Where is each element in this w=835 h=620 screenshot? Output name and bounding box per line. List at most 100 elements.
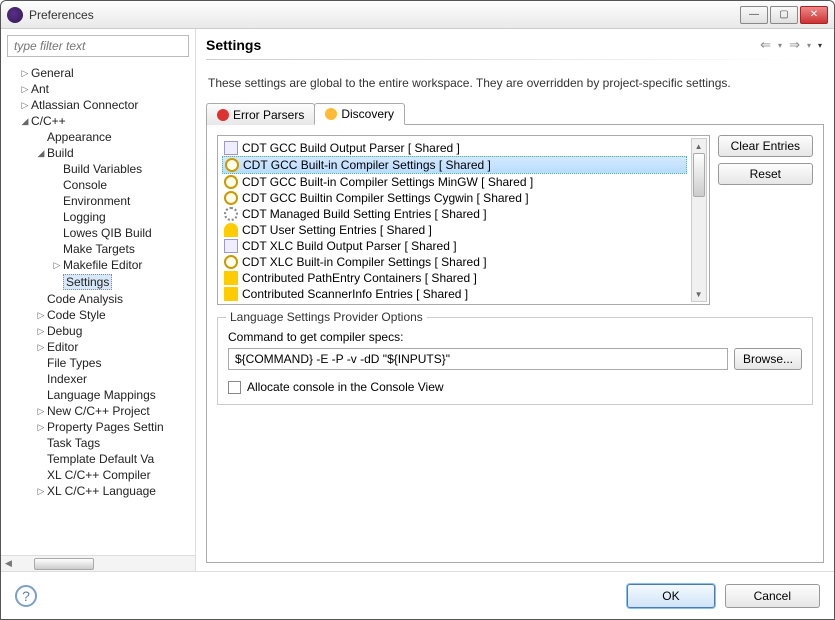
- provider-item[interactable]: CDT GCC Builtin Compiler Settings Cygwin…: [222, 190, 687, 206]
- main-area: ▷General▷Ant▷Atlassian Connector◢C/C++Ap…: [1, 29, 834, 571]
- tree-item[interactable]: Logging: [1, 209, 195, 225]
- provider-item[interactable]: CDT XLC Built-in Compiler Settings [ Sha…: [222, 254, 687, 270]
- tree-item[interactable]: ◢Build: [1, 145, 195, 161]
- close-button[interactable]: ✕: [800, 6, 828, 24]
- browse-button[interactable]: Browse...: [734, 348, 802, 370]
- provider-item[interactable]: CDT User Setting Entries [ Shared ]: [222, 222, 687, 238]
- tree-item[interactable]: Indexer: [1, 371, 195, 387]
- tree-item-label: Code Style: [47, 308, 106, 322]
- tree-item[interactable]: Lowes QIB Build: [1, 225, 195, 241]
- tree-item[interactable]: ▷New C/C++ Project: [1, 403, 195, 419]
- tree-item[interactable]: ▷Property Pages Settin: [1, 419, 195, 435]
- tab-discovery[interactable]: Discovery: [314, 103, 405, 125]
- tree-item[interactable]: XL C/C++ Compiler: [1, 467, 195, 483]
- provider-item[interactable]: CDT XLC Build Output Parser [ Shared ]: [222, 238, 687, 254]
- tree-item[interactable]: Settings: [1, 273, 195, 291]
- tree-item[interactable]: ▷Ant: [1, 81, 195, 97]
- provider-item[interactable]: CDT GCC Built-in Compiler Settings MinGW…: [222, 174, 687, 190]
- tree-item-label: Console: [63, 178, 107, 192]
- provider-label: CDT XLC Built-in Compiler Settings [ Sha…: [242, 255, 487, 269]
- tree-item-label: Makefile Editor: [63, 258, 142, 272]
- ok-button[interactable]: OK: [627, 584, 714, 608]
- sidebar-h-scrollbar[interactable]: ◀: [1, 555, 195, 571]
- tree-arrow-icon: ◢: [19, 116, 31, 127]
- tree-item-label: Debug: [47, 324, 82, 338]
- provider-icon: [224, 271, 238, 285]
- tree-item-label: General: [31, 66, 74, 80]
- tree-item[interactable]: Console: [1, 177, 195, 193]
- provider-icon: [224, 255, 238, 269]
- window-title: Preferences: [29, 8, 740, 22]
- provider-item[interactable]: CDT GCC Build Output Parser [ Shared ]: [222, 140, 687, 156]
- tree-item[interactable]: Language Mappings: [1, 387, 195, 403]
- tree-item[interactable]: ▷Debug: [1, 323, 195, 339]
- provider-label: CDT GCC Built-in Compiler Settings MinGW…: [242, 175, 533, 189]
- help-icon[interactable]: ?: [15, 585, 37, 607]
- tab-label: Discovery: [341, 107, 394, 121]
- tree-item[interactable]: ▷Atlassian Connector: [1, 97, 195, 113]
- provider-item[interactable]: CDT GCC Built-in Compiler Settings [ Sha…: [222, 156, 687, 174]
- tree-item-label: Environment: [63, 194, 130, 208]
- filter-input[interactable]: [7, 35, 189, 57]
- tree-item[interactable]: Code Analysis: [1, 291, 195, 307]
- tree-item-label: Indexer: [47, 372, 87, 386]
- minimize-button[interactable]: —: [740, 6, 768, 24]
- error-icon: [217, 109, 229, 121]
- content-pane: Settings ⇐▾ ⇒▾ ▾ These settings are glob…: [196, 29, 834, 571]
- providers-scrollbar[interactable]: ▲ ▼: [691, 138, 707, 302]
- chevron-down-icon[interactable]: ▾: [805, 41, 813, 50]
- tree-arrow-icon: ▷: [35, 310, 47, 321]
- content-header: Settings ⇐▾ ⇒▾ ▾: [206, 37, 824, 53]
- tree-item-label: C/C++: [31, 114, 66, 128]
- provider-label: CDT XLC Build Output Parser [ Shared ]: [242, 239, 457, 253]
- providers-list[interactable]: CDT GCC Build Output Parser [ Shared ]CD…: [217, 135, 710, 305]
- command-input[interactable]: [228, 348, 728, 370]
- provider-icon: [224, 239, 238, 253]
- tree-item[interactable]: ▷Editor: [1, 339, 195, 355]
- sidebar-tree-scroll[interactable]: ▷General▷Ant▷Atlassian Connector◢C/C++Ap…: [1, 63, 195, 555]
- provider-item[interactable]: Contributed PathEntry Containers [ Share…: [222, 270, 687, 286]
- menu-dropdown-icon[interactable]: ▾: [816, 41, 824, 50]
- tree-arrow-icon: ▷: [35, 406, 47, 417]
- chevron-down-icon[interactable]: ▾: [776, 41, 784, 50]
- tree-item[interactable]: File Types: [1, 355, 195, 371]
- provider-item[interactable]: CDT Managed Build Setting Entries [ Shar…: [222, 206, 687, 222]
- tree-arrow-icon: ▷: [19, 68, 31, 79]
- tree-item[interactable]: Build Variables: [1, 161, 195, 177]
- provider-options-group: Language Settings Provider Options Comma…: [217, 317, 813, 405]
- provider-icon: [224, 191, 238, 205]
- tree-item[interactable]: ▷Makefile Editor: [1, 257, 195, 273]
- provider-label: CDT GCC Build Output Parser [ Shared ]: [242, 141, 460, 155]
- tree-item[interactable]: Template Default Va: [1, 451, 195, 467]
- tree-item[interactable]: ▷Code Style: [1, 307, 195, 323]
- tree-item[interactable]: Appearance: [1, 129, 195, 145]
- tree-item[interactable]: Task Tags: [1, 435, 195, 451]
- tree-item-label: Template Default Va: [47, 452, 154, 466]
- allocate-console-checkbox[interactable]: [228, 381, 241, 394]
- tree-item-label: XL C/C++ Language: [47, 484, 156, 498]
- nav-back-icon[interactable]: ⇐: [758, 37, 773, 53]
- app-icon: [7, 7, 23, 23]
- title-bar: Preferences — ▢ ✕: [1, 1, 834, 29]
- nav-forward-icon[interactable]: ⇒: [787, 37, 802, 53]
- options-legend: Language Settings Provider Options: [226, 310, 427, 324]
- tree-item[interactable]: ▷XL C/C++ Language: [1, 483, 195, 499]
- provider-icon: [225, 158, 239, 172]
- tree-item-label: XL C/C++ Compiler: [47, 468, 151, 482]
- clear-entries-button[interactable]: Clear Entries: [718, 135, 813, 157]
- reset-button[interactable]: Reset: [718, 163, 813, 185]
- tree-item[interactable]: ◢C/C++: [1, 113, 195, 129]
- cancel-button[interactable]: Cancel: [725, 584, 820, 608]
- tree-item-label: Atlassian Connector: [31, 98, 138, 112]
- discovery-tab-body: CDT GCC Build Output Parser [ Shared ]CD…: [206, 125, 824, 563]
- maximize-button[interactable]: ▢: [770, 6, 798, 24]
- settings-tabs: Error Parsers Discovery: [206, 102, 824, 125]
- window-buttons: — ▢ ✕: [740, 6, 828, 24]
- tree-arrow-icon: ▷: [51, 260, 63, 271]
- tab-error-parsers[interactable]: Error Parsers: [206, 103, 315, 125]
- command-label: Command to get compiler specs:: [228, 330, 802, 344]
- tree-item[interactable]: Make Targets: [1, 241, 195, 257]
- provider-item[interactable]: Contributed ScannerInfo Entries [ Shared…: [222, 286, 687, 302]
- tree-item[interactable]: ▷General: [1, 65, 195, 81]
- tree-item[interactable]: Environment: [1, 193, 195, 209]
